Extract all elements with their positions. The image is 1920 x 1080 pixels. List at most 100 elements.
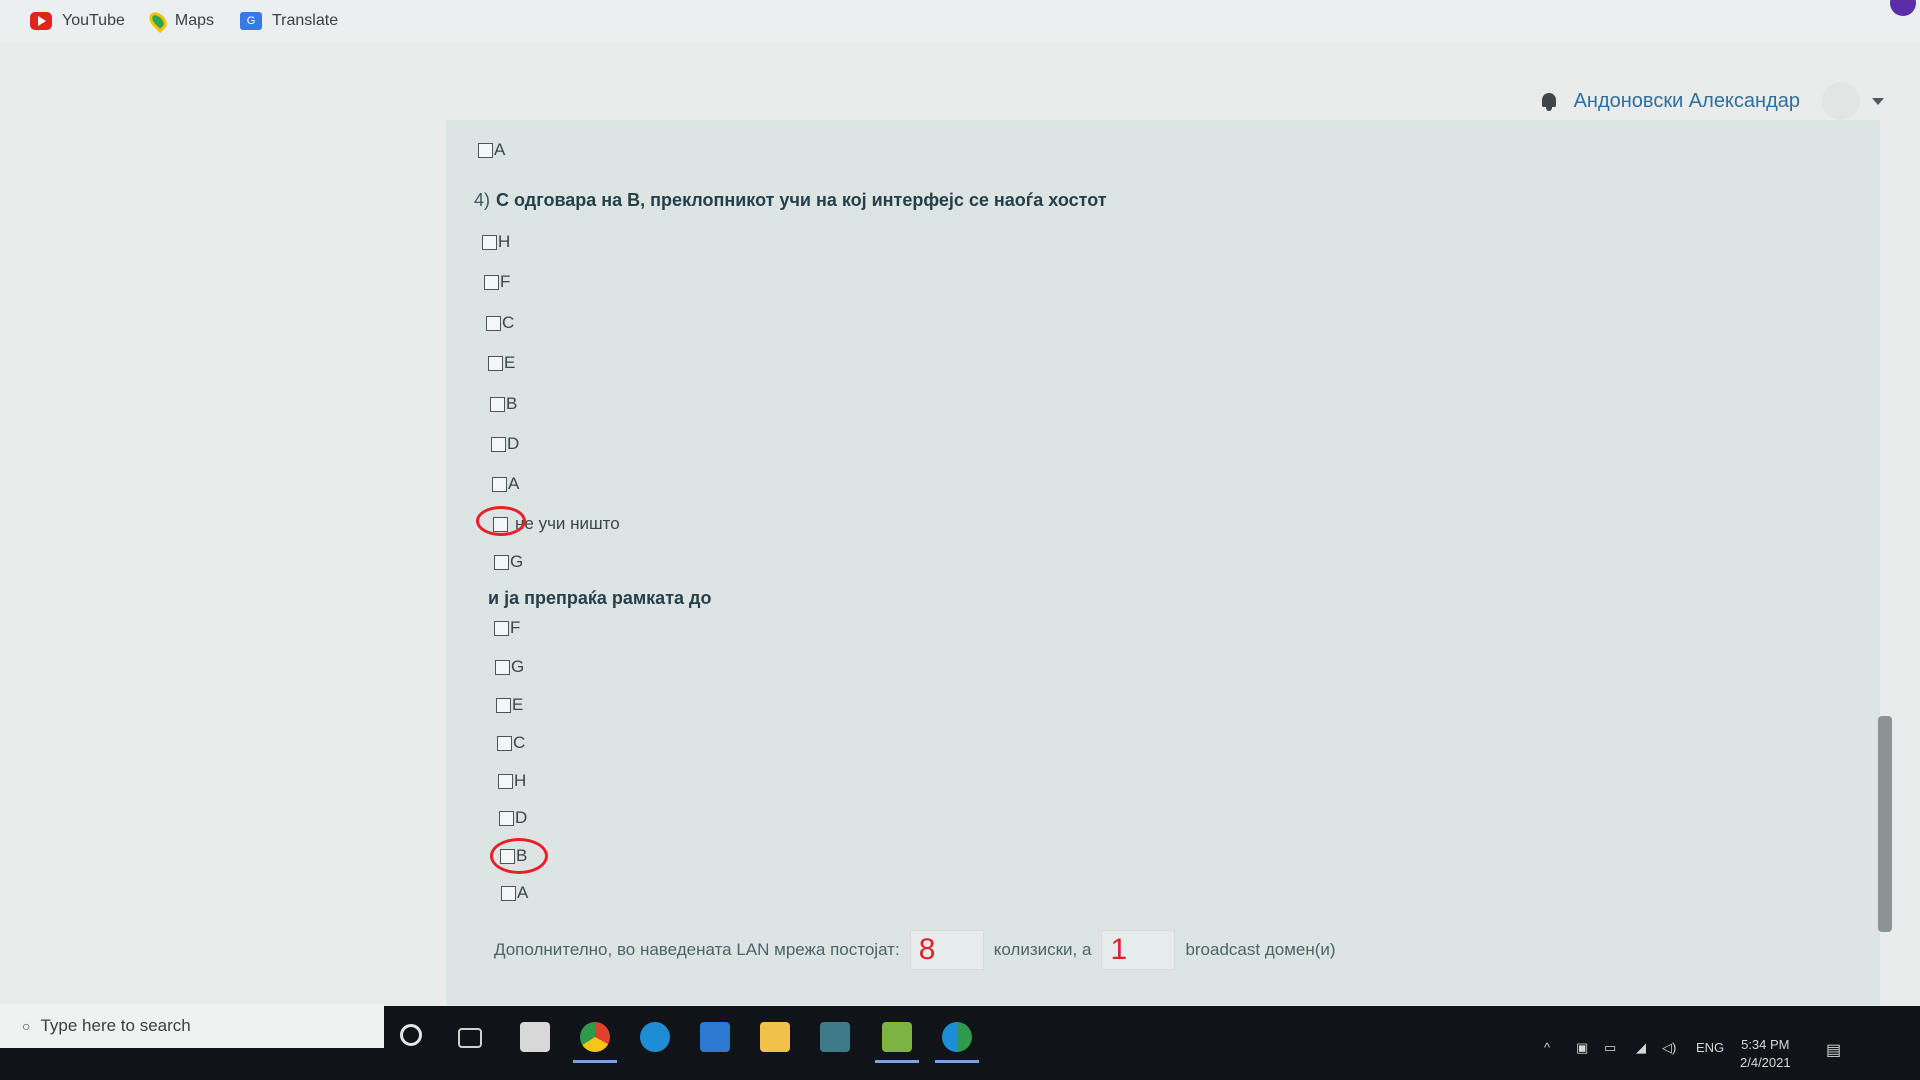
taskbar-search-input[interactable]: ○ Type here to search bbox=[0, 1004, 384, 1048]
annotation-circle bbox=[490, 838, 548, 874]
chrome-icon[interactable] bbox=[580, 1022, 610, 1052]
chrome-profile-icon[interactable] bbox=[942, 1022, 972, 1052]
bookmark-label: YouTube bbox=[62, 12, 125, 29]
collision-domains-input[interactable]: 8 bbox=[909, 930, 984, 970]
scrollbar-thumb[interactable] bbox=[1878, 716, 1892, 932]
bookmark-label: Maps bbox=[174, 12, 214, 29]
question-4-text: 4) C одговара на B, преклопникот учи на к… bbox=[474, 190, 1107, 211]
bookmark-translate[interactable]: G Translate bbox=[240, 12, 338, 30]
file-explorer-icon[interactable] bbox=[760, 1022, 790, 1052]
bell-icon[interactable] bbox=[1540, 91, 1558, 111]
bookmark-label: Translate bbox=[272, 12, 339, 29]
option-label: G bbox=[511, 657, 525, 676]
checkbox[interactable] bbox=[484, 274, 499, 290]
search-icon: ○ bbox=[22, 1018, 31, 1034]
learn-option[interactable]: B bbox=[490, 394, 517, 414]
option-label: D bbox=[507, 434, 520, 453]
active-indicator bbox=[573, 1060, 617, 1063]
option-label: A bbox=[517, 883, 529, 902]
option-label: H bbox=[498, 232, 511, 251]
option-label: A bbox=[508, 474, 520, 493]
option-label: C bbox=[513, 733, 526, 752]
forward-option[interactable]: G bbox=[495, 657, 524, 677]
broadcast-domains-input[interactable]: 1 bbox=[1101, 930, 1176, 970]
active-indicator bbox=[875, 1060, 919, 1063]
maps-icon bbox=[145, 8, 170, 34]
checkbox[interactable] bbox=[501, 885, 516, 901]
learn-option[interactable]: C bbox=[486, 313, 514, 333]
checkbox[interactable] bbox=[494, 554, 509, 570]
cortana-icon[interactable] bbox=[400, 1024, 422, 1046]
avatar[interactable] bbox=[1822, 82, 1860, 120]
store-icon[interactable] bbox=[520, 1022, 550, 1052]
checkbox[interactable] bbox=[490, 396, 505, 412]
clock[interactable]: 5:34 PM 2/4/2021 bbox=[1740, 1036, 1791, 1072]
learn-option[interactable]: H bbox=[482, 232, 510, 252]
forward-option[interactable]: F bbox=[494, 618, 520, 638]
checkbox[interactable] bbox=[492, 476, 507, 492]
option-label: F bbox=[500, 272, 511, 291]
checkbox[interactable] bbox=[496, 697, 511, 713]
battery-icon[interactable]: ▭ bbox=[1604, 1040, 1616, 1056]
forward-option[interactable]: D bbox=[499, 808, 527, 828]
app-icon[interactable] bbox=[820, 1022, 850, 1052]
clock-time: 5:34 PM bbox=[1741, 1037, 1790, 1052]
bookmark-youtube[interactable]: YouTube bbox=[30, 12, 125, 30]
checkbox[interactable] bbox=[478, 142, 493, 158]
search-placeholder: Type here to search bbox=[40, 1016, 191, 1035]
checkbox[interactable] bbox=[498, 773, 513, 789]
app-icon[interactable] bbox=[882, 1022, 912, 1052]
active-indicator bbox=[935, 1060, 979, 1063]
chevron-up-icon[interactable]: ^ bbox=[1544, 1040, 1550, 1055]
option-label: не учи ништо bbox=[515, 514, 620, 533]
question-label: C одговара на B, преклопникот учи на кој… bbox=[496, 190, 1107, 210]
learn-option[interactable]: A bbox=[492, 474, 519, 494]
option-label: D bbox=[515, 808, 528, 827]
forward-option[interactable]: E bbox=[496, 695, 523, 715]
colon: : bbox=[894, 940, 900, 959]
checkbox[interactable] bbox=[494, 620, 509, 636]
learn-option[interactable]: D bbox=[491, 434, 519, 454]
question-number: 4) bbox=[474, 190, 491, 210]
checkbox[interactable] bbox=[486, 315, 501, 331]
bookmark-maps[interactable]: Maps bbox=[145, 8, 214, 34]
forward-option[interactable]: H bbox=[498, 771, 526, 791]
option-label: H bbox=[514, 771, 527, 790]
checkbox[interactable] bbox=[482, 234, 497, 250]
option-prev-a[interactable]: A bbox=[478, 140, 505, 160]
forward-option[interactable]: A bbox=[501, 883, 528, 903]
notifications-icon[interactable]: ▤ bbox=[1826, 1040, 1841, 1060]
checkbox[interactable] bbox=[491, 436, 506, 452]
learn-option[interactable]: E bbox=[488, 353, 515, 373]
learn-option[interactable]: G bbox=[494, 552, 523, 572]
user-name[interactable]: Андоновски Александар bbox=[1574, 90, 1800, 113]
checkbox[interactable] bbox=[497, 735, 512, 751]
edge-icon[interactable] bbox=[640, 1022, 670, 1052]
mail-icon[interactable] bbox=[700, 1022, 730, 1052]
option-label: E bbox=[512, 695, 524, 714]
option-label: G bbox=[510, 552, 524, 571]
option-label: B bbox=[506, 394, 518, 413]
youtube-icon bbox=[30, 12, 52, 30]
option-label: C bbox=[502, 313, 515, 332]
volume-icon[interactable]: ◁) bbox=[1662, 1040, 1676, 1056]
task-view-icon[interactable] bbox=[458, 1028, 482, 1048]
checkbox[interactable] bbox=[488, 355, 503, 371]
network-icon[interactable]: ◢ bbox=[1636, 1040, 1646, 1056]
checkbox[interactable] bbox=[499, 810, 514, 826]
quiz-panel bbox=[446, 120, 1880, 1005]
checkbox[interactable] bbox=[495, 659, 510, 675]
forward-subquestion: и ја препраќа рамката до bbox=[488, 588, 712, 608]
forward-option[interactable]: C bbox=[497, 733, 525, 753]
language-indicator[interactable]: ENG bbox=[1696, 1040, 1724, 1055]
option-label: A bbox=[494, 140, 506, 159]
option-label: F bbox=[510, 618, 521, 637]
meet-now-icon[interactable]: ▣ bbox=[1576, 1040, 1588, 1056]
annotation-circle bbox=[476, 506, 526, 536]
bookmarks-bar: YouTube Maps G Translate bbox=[0, 0, 1920, 42]
fill-in-sentence: Дополнително, во наведената LAN мрежа по… bbox=[494, 930, 1336, 970]
clock-date: 2/4/2021 bbox=[1740, 1055, 1791, 1070]
user-menu[interactable]: Андоновски Александар bbox=[1540, 82, 1884, 120]
chevron-down-icon[interactable] bbox=[1872, 97, 1884, 105]
learn-option[interactable]: F bbox=[484, 272, 510, 292]
